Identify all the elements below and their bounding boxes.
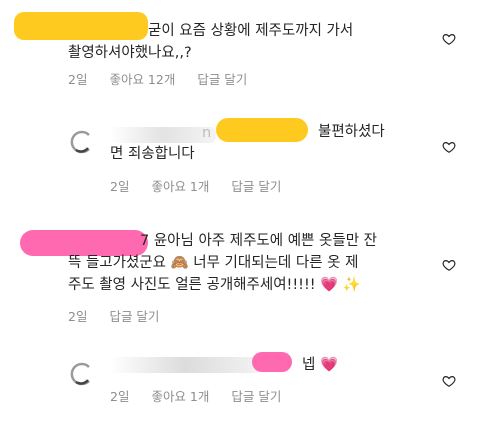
- heart-outline-icon[interactable]: [442, 140, 456, 154]
- comment-text-line: 불편하셨다: [318, 124, 385, 140]
- comment-text-line: 뜩 들고가셨군요 🙈 너무 기대되는데 다른 옷 제: [68, 255, 359, 271]
- comment-meta: 2일 좋아요 1개 답글 달기: [110, 176, 281, 195]
- comment-text-line: 주도 촬영 사진도 얼른 공개해주세여!!!!! 💗 ✨: [68, 277, 361, 293]
- comment-time: 2일: [68, 309, 88, 324]
- reply-button[interactable]: 답글 달기: [231, 386, 281, 405]
- heart-outline-icon[interactable]: [442, 374, 456, 388]
- comment-time: 2일: [110, 179, 130, 194]
- comment-time: 2일: [68, 72, 88, 87]
- avatar-ring-icon: [70, 362, 90, 386]
- redaction-mark: [216, 118, 308, 142]
- comment-2: n 불편하셨다 면 죄송합니다 2일 좋아요 1개 답글 달기: [0, 100, 480, 200]
- profile-avatar[interactable]: [68, 360, 96, 388]
- heart-outline-icon[interactable]: [442, 258, 456, 272]
- username-blur[interactable]: [110, 357, 260, 373]
- reply-button[interactable]: 답글 달기: [231, 176, 281, 195]
- comment-text-line: 넵 💗: [302, 357, 339, 373]
- username-blur[interactable]: [110, 127, 216, 143]
- profile-avatar[interactable]: [68, 128, 96, 156]
- like-count-button[interactable]: 좋아요 1개: [151, 386, 209, 405]
- comment-text-line: 7 윤아님 아주 제주도에 예쁜 옷들만 잔: [140, 233, 377, 249]
- comment-time: 2일: [110, 389, 130, 404]
- comment-3: 7 윤아님 아주 제주도에 예쁜 옷들만 잔 뜩 들고가셨군요 🙈 너무 기대되…: [0, 200, 480, 330]
- comment-meta: 2일 답글 달기: [68, 306, 159, 325]
- comment-4: 넵 💗 2일 좋아요 1개 답글 달기: [0, 330, 480, 422]
- comment-text-line: 굳이 요즘 상황에 제주도까지 가서: [148, 23, 354, 39]
- like-count-button[interactable]: 좋아요 12개: [109, 69, 175, 88]
- redaction-mark: [252, 352, 292, 372]
- heart-outline-icon[interactable]: [442, 32, 456, 46]
- redaction-mark: [14, 12, 148, 40]
- comment-text-line: 촬영하셔야했나요,,?: [68, 45, 192, 61]
- comment-meta: 2일 좋아요 12개 답글 달기: [68, 69, 247, 88]
- comment-meta: 2일 좋아요 1개 답글 달기: [110, 386, 281, 405]
- like-count-button[interactable]: 좋아요 1개: [151, 176, 209, 195]
- reply-button[interactable]: 답글 달기: [197, 69, 247, 88]
- username-fragment: n: [202, 125, 212, 141]
- reply-button[interactable]: 답글 달기: [109, 306, 159, 325]
- comment-text-line: 면 죄송합니다: [110, 146, 195, 162]
- comment-1: 굳이 요즘 상황에 제주도까지 가서 촬영하셔야했나요,,? 2일 좋아요 12…: [0, 0, 480, 100]
- avatar-ring-icon: [70, 130, 90, 154]
